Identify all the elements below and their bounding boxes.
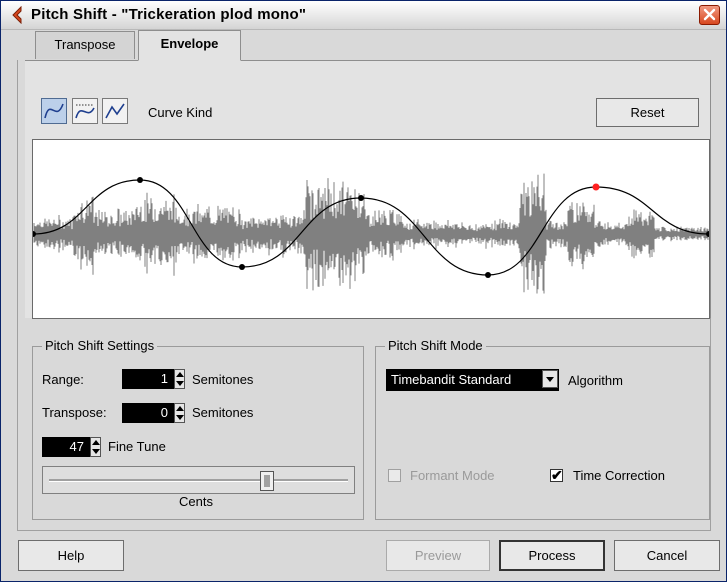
cancel-button[interactable]: Cancel: [614, 540, 720, 571]
envelope-canvas[interactable]: [33, 140, 709, 318]
damped-spline-curve-button[interactable]: [72, 98, 98, 124]
range-label: Range:: [42, 372, 84, 387]
algorithm-select-value: Timebandit Standard: [391, 372, 512, 387]
transpose-label: Transpose:: [42, 405, 107, 420]
range-stepper[interactable]: [174, 369, 185, 389]
transpose-field[interactable]: 0: [122, 403, 174, 423]
reset-button[interactable]: Reset: [596, 98, 699, 127]
audio-waveform: [33, 173, 709, 294]
title-bar[interactable]: Pitch Shift - "Trickeration plod mono": [1, 1, 726, 30]
waveform-path: [33, 173, 709, 294]
close-icon: [703, 8, 716, 21]
algorithm-label: Algorithm: [568, 373, 623, 388]
preview-button[interactable]: Preview: [386, 540, 490, 571]
range-field[interactable]: 1: [122, 369, 174, 389]
transpose-stepper[interactable]: [174, 403, 185, 423]
cents-label: Cents: [179, 494, 213, 509]
help-button[interactable]: Help: [18, 540, 124, 571]
spline-curve-icon: [44, 103, 64, 119]
algorithm-select[interactable]: Timebandit Standard: [386, 369, 559, 391]
chevron-down-icon[interactable]: [542, 370, 558, 388]
cubase-app-icon: [12, 6, 22, 24]
linear-curve-icon: [105, 103, 125, 119]
pitch-shift-dialog: Pitch Shift - "Trickeration plod mono" T…: [0, 0, 727, 582]
fine-tune-stepper[interactable]: [90, 437, 101, 457]
cents-slider-thumb[interactable]: [260, 471, 274, 491]
envelope-node[interactable]: [358, 195, 364, 201]
damped-spline-curve-icon: [75, 104, 95, 119]
formant-mode-label: Formant Mode: [410, 468, 495, 483]
time-correction-checkbox[interactable]: ✔: [550, 467, 563, 483]
cents-slider[interactable]: [42, 466, 355, 494]
fine-tune-field[interactable]: 47: [42, 437, 90, 457]
curve-kind-label: Curve Kind: [148, 105, 213, 120]
time-correction-label: Time Correction: [573, 468, 665, 483]
cents-slider-track: [49, 479, 348, 482]
envelope-display[interactable]: [32, 139, 710, 319]
envelope-node[interactable]: [485, 272, 491, 278]
window-title: Pitch Shift - "Trickeration plod mono": [31, 6, 307, 23]
transpose-unit-label: Semitones: [192, 405, 254, 420]
pitch-shift-settings-title: Pitch Shift Settings: [42, 338, 158, 353]
formant-mode-checkbox[interactable]: [388, 469, 401, 482]
checkmark-icon: ✔: [551, 467, 563, 483]
spline-curve-button[interactable]: [41, 98, 67, 124]
process-button[interactable]: Process: [499, 540, 605, 571]
envelope-node[interactable]: [137, 177, 143, 183]
linear-curve-button[interactable]: [102, 98, 128, 124]
pitch-shift-mode-title: Pitch Shift Mode: [385, 338, 486, 353]
fine-tune-label: Fine Tune: [108, 439, 166, 454]
range-unit-label: Semitones: [192, 372, 254, 387]
tab-transpose[interactable]: Transpose: [35, 31, 135, 59]
close-button[interactable]: [699, 5, 720, 25]
selected-envelope-node[interactable]: [592, 183, 600, 191]
envelope-node[interactable]: [239, 264, 245, 270]
tab-envelope[interactable]: Envelope: [138, 30, 241, 61]
